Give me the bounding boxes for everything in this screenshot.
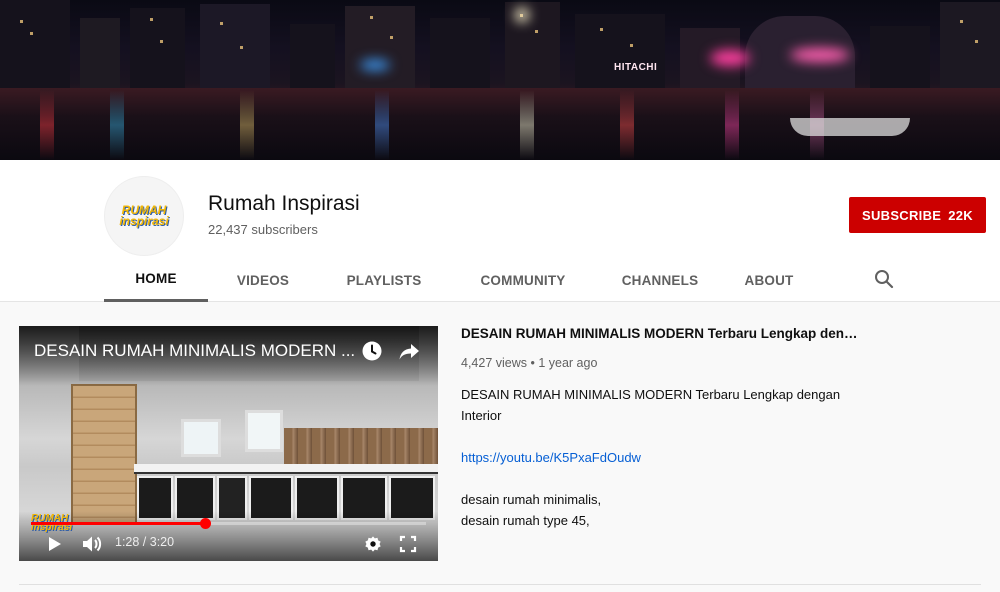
share-icon[interactable] [397,339,421,363]
tab-playlists[interactable]: PLAYLISTS [318,258,450,302]
section-divider [19,584,981,585]
play-icon[interactable] [43,533,65,555]
channel-name: Rumah Inspirasi [208,192,360,215]
video-description: DESAIN RUMAH MINIMALIS MODERN Terbaru Le… [461,384,871,531]
channel-avatar[interactable]: RUMAH inspirasi [104,176,184,256]
channel-tabs: HOME VIDEOS PLAYLISTS COMMUNITY CHANNELS… [104,258,814,302]
hitachi-sign: HITACHI [614,62,658,73]
description-tag: desain rumah type 45, [461,513,590,528]
watch-later-icon[interactable] [360,339,384,363]
video-title-link[interactable]: DESAIN RUMAH MINIMALIS MODERN Terbaru Le… [461,326,861,341]
subscribe-label: SUBSCRIBE [861,207,942,223]
settings-gear-icon[interactable] [362,533,384,555]
description-link[interactable]: https://youtu.be/K5PxaFdOudw [461,447,871,468]
video-time: 1:28 / 3:20 [115,535,175,549]
channel-logo: RUMAH inspirasi [119,203,169,228]
tab-videos[interactable]: VIDEOS [208,258,318,302]
featured-video-player[interactable]: DESAIN RUMAH MINIMALIS MODERN ... RUMAH … [19,326,438,561]
tab-community[interactable]: COMMUNITY [450,258,596,302]
channel-banner: HITACHI [0,0,1000,160]
video-overlay-title[interactable]: DESAIN RUMAH MINIMALIS MODERN ... [34,341,359,361]
fullscreen-icon[interactable] [397,533,419,555]
subscriber-count: 22,437 subscribers [208,222,318,237]
subscribe-count: 22K [948,207,973,223]
description-tag: desain rumah minimalis, [461,492,602,507]
video-meta: 4,427 views • 1 year ago [461,356,598,370]
video-progress-bar[interactable] [31,518,426,529]
tab-channels[interactable]: CHANNELS [596,258,724,302]
progress-scrubber[interactable] [199,518,211,529]
volume-icon[interactable] [80,533,104,555]
description-text: DESAIN RUMAH MINIMALIS MODERN Terbaru Le… [461,387,841,423]
harbor-water [0,88,1000,160]
subscribe-button[interactable]: SUBSCRIBE 22K [849,197,986,233]
progress-fill [31,522,205,525]
featured-video-info: DESAIN RUMAH MINIMALIS MODERN Terbaru Le… [461,326,881,531]
channel-header: RUMAH inspirasi Rumah Inspirasi 22,437 s… [0,160,1000,302]
search-icon[interactable] [872,267,896,291]
tab-home[interactable]: HOME [104,258,208,302]
tab-about[interactable]: ABOUT [724,258,814,302]
